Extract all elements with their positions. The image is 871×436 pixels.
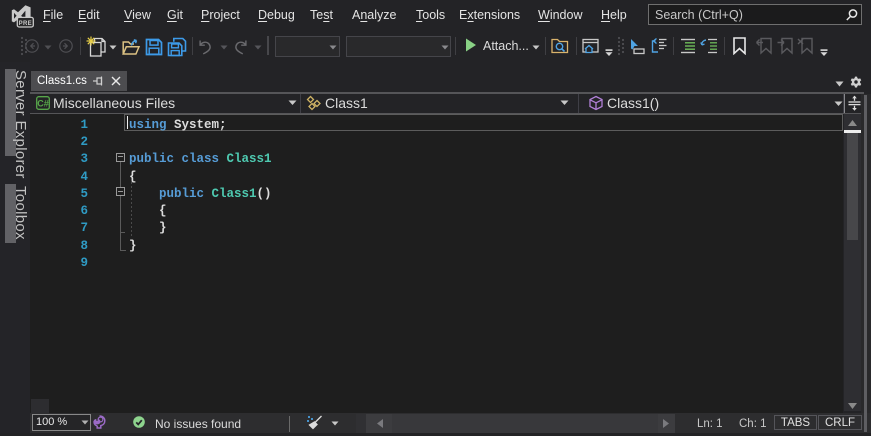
- svg-text:C#: C#: [37, 98, 49, 108]
- svg-text:PRE: PRE: [19, 21, 32, 27]
